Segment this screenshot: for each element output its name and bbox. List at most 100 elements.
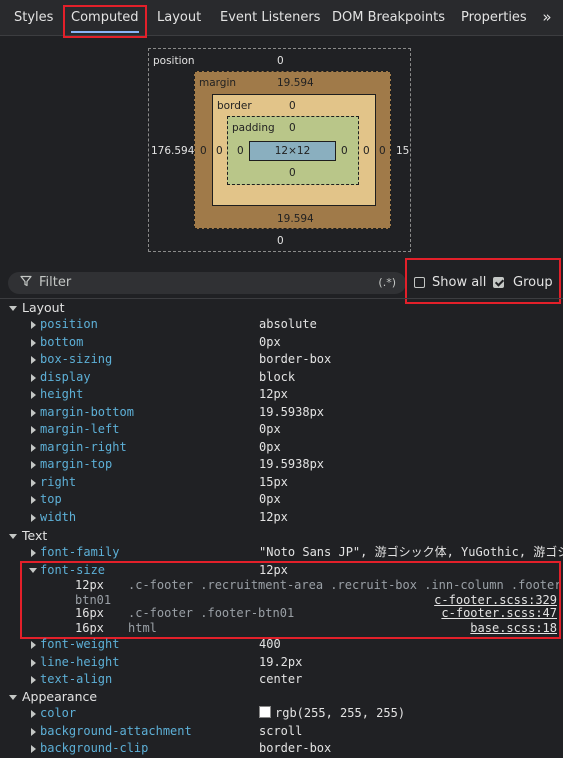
computed-property-row[interactable]: margin-left 0px [0, 421, 563, 439]
tab-event-listeners[interactable]: Event Listeners [220, 0, 320, 35]
property-name: margin-bottom [40, 404, 134, 419]
computed-property-row[interactable]: color rgb(255, 255, 255) [0, 705, 563, 723]
font-size-trace-row[interactable]: 16px html base.scss:18 [0, 620, 563, 636]
property-value: 12px [259, 387, 288, 401]
position-right-value[interactable]: 15 [396, 145, 409, 157]
show-all-label[interactable]: Show all [432, 276, 486, 290]
show-all-checkbox[interactable] [414, 277, 425, 288]
regex-toggle-button[interactable]: (.*) [378, 272, 396, 294]
expand-arrow-icon[interactable] [31, 478, 36, 487]
expand-arrow-icon [9, 695, 17, 700]
property-value: rgb(255, 255, 255) [275, 706, 406, 720]
property-name: height [40, 387, 84, 401]
property-name: margin-right [40, 439, 127, 454]
expand-arrow-icon[interactable] [31, 710, 36, 718]
expand-arrow-icon[interactable] [31, 727, 36, 736]
computed-property-row[interactable]: text-align center [0, 671, 563, 689]
computed-property-row[interactable]: background-attachment scroll [0, 723, 563, 741]
padding-right-value[interactable]: 0 [341, 145, 348, 157]
expand-arrow-icon[interactable] [31, 658, 36, 667]
property-value: scroll [259, 723, 303, 738]
property-name: background-clip [40, 741, 149, 755]
border-top-value[interactable]: 0 [289, 100, 296, 112]
padding-bottom-value[interactable]: 0 [289, 167, 296, 179]
font-size-trace-row[interactable]: 12px .c-footer .recruitment-area .recrui… [0, 577, 563, 593]
trace-value: 12px [75, 578, 104, 592]
computed-property-row[interactable]: bottom 0px [0, 334, 563, 352]
expand-arrow-icon[interactable] [31, 641, 36, 649]
box-model-content[interactable]: 12×12 [249, 141, 336, 161]
margin-left-value[interactable]: 0 [200, 145, 207, 157]
property-value-wrap: rgb(255, 255, 255) [259, 705, 405, 723]
expand-arrow-icon[interactable] [31, 391, 36, 399]
filter-box[interactable]: Filter (.*) [8, 272, 406, 294]
computed-property-row[interactable]: margin-right 0px [0, 439, 563, 457]
computed-property-row[interactable]: font-weight 400 [0, 636, 563, 654]
computed-property-row[interactable]: right 15px [0, 474, 563, 492]
property-name: box-sizing [40, 352, 113, 366]
group-appearance-label: Appearance [22, 689, 98, 704]
tab-dom-breakpoints[interactable]: DOM Breakpoints [332, 0, 445, 35]
computed-property-row[interactable]: display block [0, 369, 563, 387]
property-value: 0px [259, 334, 281, 349]
computed-property-row[interactable]: height 12px [0, 386, 563, 404]
expand-arrow-icon[interactable] [31, 356, 36, 364]
group-header-text[interactable]: Text [0, 527, 563, 545]
margin-bottom-value[interactable]: 19.594 [277, 213, 314, 225]
computed-property-row[interactable]: font-family "Noto Sans JP", 游ゴシック体, YuGot… [0, 544, 563, 562]
computed-property-row[interactable]: margin-bottom 19.5938px [0, 404, 563, 422]
border-right-value[interactable]: 0 [363, 145, 370, 157]
computed-property-row[interactable]: margin-top 19.5938px [0, 456, 563, 474]
expand-arrow-icon[interactable] [31, 549, 36, 557]
computed-property-row[interactable]: width 12px [0, 509, 563, 527]
group-checkbox[interactable] [493, 277, 504, 288]
property-name: line-height [40, 654, 120, 669]
expand-arrow-icon [9, 533, 17, 539]
expand-arrow-icon[interactable] [31, 496, 36, 504]
padding-left-value[interactable]: 0 [237, 145, 244, 157]
padding-top-value[interactable]: 0 [289, 122, 296, 134]
property-value: 0px [259, 439, 281, 454]
property-value: 0px [259, 422, 281, 436]
group-header-layout[interactable]: Layout [0, 299, 563, 317]
computed-property-row[interactable]: position absolute [0, 316, 563, 334]
tab-layout[interactable]: Layout [157, 0, 201, 35]
tab-computed[interactable]: Computed [71, 0, 139, 35]
property-name: color [40, 706, 77, 720]
filter-icon [20, 275, 32, 291]
expand-arrow-icon[interactable] [31, 461, 36, 469]
property-name: top [40, 492, 62, 506]
position-left-value[interactable]: 176.594 [151, 145, 194, 157]
expand-arrow-icon[interactable] [31, 338, 36, 347]
computed-property-row[interactable]: top 0px [0, 491, 563, 509]
tab-styles[interactable]: Styles [14, 0, 53, 35]
trace-source-link[interactable]: base.scss:18 [470, 620, 557, 636]
computed-property-row[interactable]: box-sizing border-box [0, 351, 563, 369]
expand-arrow-icon[interactable] [31, 443, 36, 452]
expand-arrow-icon[interactable] [31, 426, 36, 434]
group-label[interactable]: Group [513, 276, 553, 290]
filter-input[interactable]: Filter [39, 272, 71, 294]
property-name: background-attachment [40, 723, 192, 738]
expand-arrow-icon[interactable] [31, 676, 36, 684]
margin-top-value[interactable]: 19.594 [277, 77, 314, 89]
computed-property-row[interactable]: background-clip border-box [0, 740, 563, 758]
expand-arrow-icon[interactable] [31, 408, 36, 417]
expand-arrow-icon[interactable] [31, 513, 36, 522]
property-value: center [259, 672, 303, 686]
computed-property-row[interactable]: line-height 19.2px [0, 654, 563, 672]
group-header-appearance[interactable]: Appearance [0, 688, 563, 706]
more-tabs-icon[interactable]: » [535, 0, 559, 35]
collapse-arrow-icon[interactable] [29, 567, 37, 573]
color-swatch-icon[interactable] [259, 706, 271, 718]
property-value: absolute [259, 317, 317, 331]
property-name: position [40, 317, 98, 331]
position-bottom-value[interactable]: 0 [277, 235, 284, 247]
tab-properties[interactable]: Properties [461, 0, 527, 35]
border-left-value[interactable]: 0 [216, 145, 223, 157]
expand-arrow-icon[interactable] [31, 321, 36, 329]
margin-right-value[interactable]: 0 [379, 145, 386, 157]
property-value: 400 [259, 637, 281, 651]
expand-arrow-icon[interactable] [31, 373, 36, 382]
position-top-value[interactable]: 0 [277, 55, 284, 67]
